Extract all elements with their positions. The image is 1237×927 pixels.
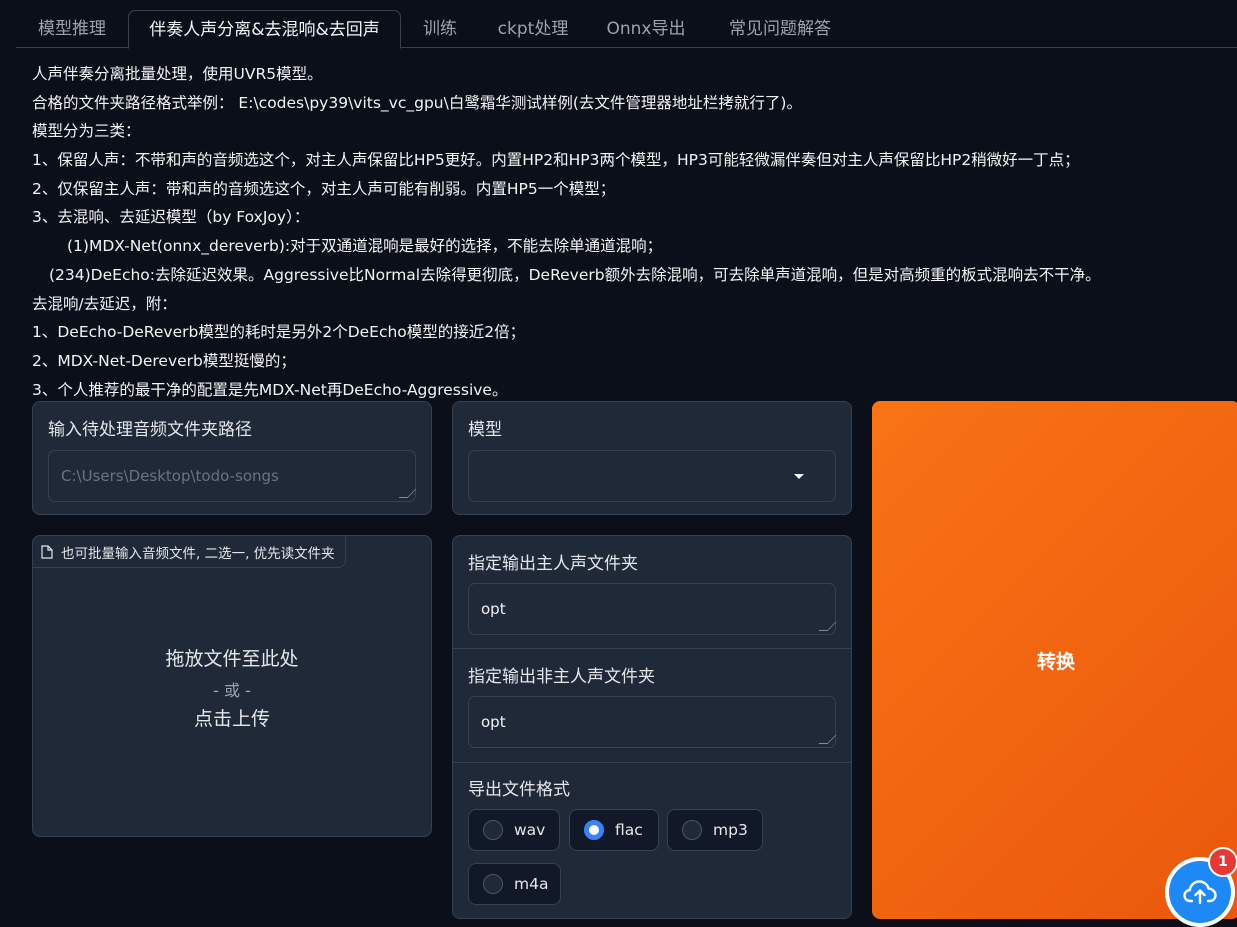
intro-line: 2、仅保留主人声：带和声的音频选这个，对主人声可能有削弱。内置HP5一个模型；	[32, 179, 616, 198]
format-option-wav[interactable]: wav	[468, 809, 560, 851]
convert-button[interactable]: 转换	[872, 401, 1237, 919]
intro-line: 3、个人推荐的最干净的配置是先MDX-Net再DeEcho-Aggressive…	[32, 380, 508, 399]
intro-line: 1、保留人声：不带和声的音频选这个，对主人声保留比HP5更好。内置HP2和HP3…	[32, 151, 1080, 170]
format-option-m4a[interactable]: m4a	[468, 863, 561, 905]
intro-line: 1、DeEcho-DeReverb模型的耗时是另外2个DeEcho模型的接近2倍…	[32, 323, 526, 342]
radio-unchecked-icon	[483, 874, 503, 894]
or-text: - 或 -	[213, 681, 251, 700]
resize-handle-icon[interactable]	[398, 489, 417, 498]
radio-unchecked-icon	[483, 820, 503, 840]
output-instrumental-label: 指定输出非主人声文件夹	[468, 667, 655, 687]
resize-handle-icon[interactable]	[818, 735, 837, 744]
tab-vocal-separation[interactable]: 伴奏人声分离&去混响&去回声	[128, 10, 401, 49]
drop-files-text: 拖放文件至此处	[165, 648, 299, 670]
input-folder-field[interactable]: C:\Users\Desktop\todo-songs	[48, 450, 417, 502]
output-settings-panel: 指定输出主人声文件夹 opt 指定输出非主人声文件夹 opt 导出文件格式 wa…	[452, 535, 852, 919]
intro-line: (234)DeEcho:去除延迟效果。Aggressive比Normal去除得更…	[49, 265, 1101, 284]
cloud-upload-icon	[1183, 880, 1217, 905]
input-folder-label: 输入待处理音频文件夹路径	[48, 420, 252, 440]
input-folder-panel: 输入待处理音频文件夹路径 C:\Users\Desktop\todo-songs	[32, 401, 432, 515]
format-option-label: wav	[514, 821, 546, 839]
model-panel: 模型	[452, 401, 852, 515]
file-upload-dropzone[interactable]: 也可批量输入音频文件, 二选一, 优先读文件夹 拖放文件至此处 - 或 - 点击…	[32, 535, 432, 837]
intro-line: 合格的文件夹路径格式举例： E:\codes\py39\vits_vc_gpu\…	[32, 93, 802, 112]
radio-checked-icon	[584, 820, 604, 840]
instructions-text: 人声伴奏分离批量处理，使用UVR5模型。 合格的文件夹路径格式举例： E:\co…	[32, 60, 1222, 400]
format-option-flac[interactable]: flac	[569, 809, 659, 851]
upload-label-chip: 也可批量输入音频文件, 二选一, 优先读文件夹	[33, 536, 346, 568]
tab-ckpt[interactable]: ckpt处理	[479, 10, 587, 48]
format-option-label: m4a	[514, 875, 549, 893]
tab-bar: 模型推理 伴奏人声分离&去混响&去回声 训练 ckpt处理 Onnx导出 常见问…	[16, 10, 1237, 49]
radio-unchecked-icon	[682, 820, 702, 840]
resize-handle-icon[interactable]	[818, 622, 837, 631]
format-option-mp3[interactable]: mp3	[667, 809, 763, 851]
intro-line: (1)MDX-Net(onnx_dereverb):对于双通道混响是最好的选择，…	[67, 237, 663, 256]
convert-button-label: 转换	[1036, 650, 1075, 673]
click-upload-text: 点击上传	[193, 708, 270, 730]
file-icon	[41, 544, 53, 559]
intro-line: 2、MDX-Net-Dereverb模型挺慢的；	[32, 351, 296, 370]
intro-line: 人声伴奏分离批量处理，使用UVR5模型。	[32, 65, 323, 83]
format-option-label: mp3	[713, 821, 748, 839]
format-label: 导出文件格式	[468, 780, 570, 800]
model-label: 模型	[468, 420, 502, 440]
upload-chip-label: 也可批量输入音频文件, 二选一, 优先读文件夹	[61, 545, 335, 562]
output-vocal-value: opt	[481, 600, 506, 618]
output-instrumental-value: opt	[481, 713, 506, 731]
intro-line: 3、去混响、去延迟模型（by FoxJoy）：	[32, 208, 310, 227]
tab-train[interactable]: 训练	[401, 10, 479, 48]
tab-faq[interactable]: 常见问题解答	[705, 10, 855, 48]
output-vocal-label: 指定输出主人声文件夹	[468, 554, 638, 574]
notification-badge: 1	[1208, 847, 1237, 877]
intro-line: 模型分为三类：	[32, 122, 141, 141]
divider	[453, 762, 851, 763]
tab-model-inference[interactable]: 模型推理	[16, 10, 128, 48]
output-instrumental-field[interactable]: opt	[468, 696, 837, 748]
format-option-label: flac	[615, 821, 643, 839]
intro-line: 去混响/去延迟，附：	[32, 294, 177, 313]
tab-onnx-export[interactable]: Onnx导出	[587, 10, 705, 48]
divider	[453, 648, 851, 649]
chevron-down-icon	[794, 474, 804, 479]
model-dropdown[interactable]	[468, 450, 836, 502]
input-folder-placeholder: C:\Users\Desktop\todo-songs	[61, 467, 279, 485]
output-vocal-field[interactable]: opt	[468, 583, 837, 635]
